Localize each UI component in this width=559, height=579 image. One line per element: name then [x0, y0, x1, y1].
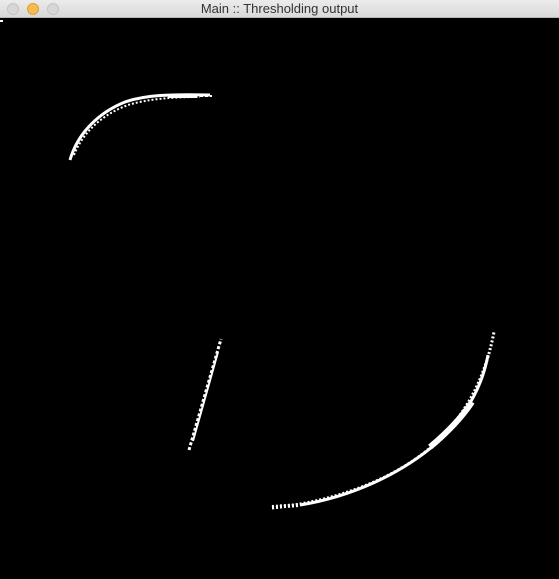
app-window: Main :: Thresholding output: [0, 0, 559, 579]
threshold-output-image: [0, 20, 496, 510]
segment-diagonal: [187, 338, 223, 451]
title-bar[interactable]: Main :: Thresholding output: [0, 0, 559, 18]
arc-top-left: [68, 93, 212, 161]
noise-speck: [0, 20, 3, 22]
arc-bottom-right: [271, 331, 496, 510]
threshold-output-canvas: [0, 18, 559, 579]
window-title: Main :: Thresholding output: [200, 1, 359, 16]
